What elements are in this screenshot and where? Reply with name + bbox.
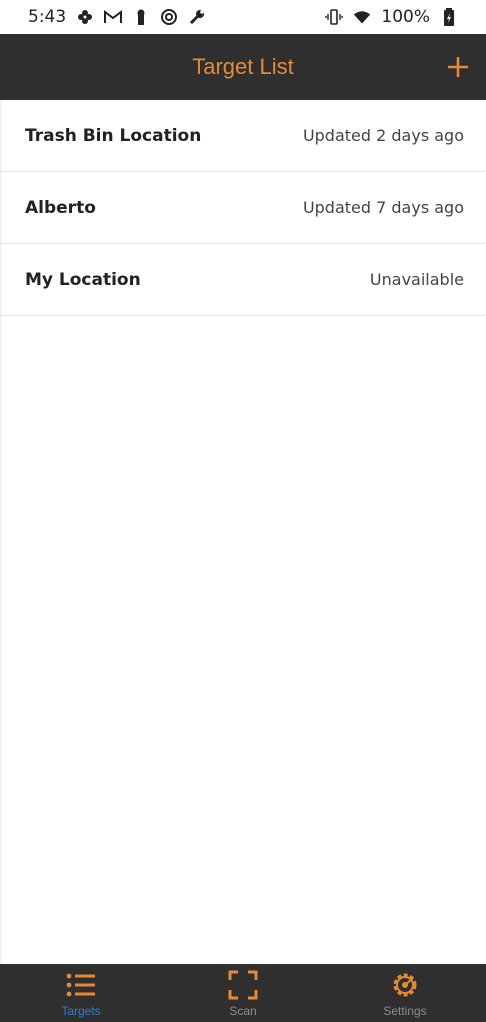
tab-label: Scan [229, 1004, 257, 1018]
pinwheel-icon [76, 8, 94, 26]
add-target-button[interactable] [438, 47, 478, 87]
app-bar: Target List [0, 34, 486, 100]
bottom-navigation: Targets Scan Settings [0, 964, 486, 1022]
scan-frame-icon [226, 968, 260, 1002]
target-row-trash-bin[interactable]: Trash Bin Location Updated 2 days ago [0, 100, 486, 172]
tab-targets[interactable]: Targets [1, 964, 161, 1022]
tab-label: Settings [383, 1004, 427, 1018]
list-icon [64, 968, 98, 1002]
target-name: My Location [25, 269, 141, 290]
status-left: 5:43 [28, 7, 206, 27]
target-status: Updated 2 days ago [302, 126, 464, 145]
wrench-icon [188, 8, 206, 26]
battery-level: 100% [381, 7, 430, 27]
tab-settings[interactable]: Settings [325, 964, 485, 1022]
vibrate-icon [325, 8, 344, 26]
plus-icon [448, 57, 468, 77]
tab-scan[interactable]: Scan [163, 964, 323, 1022]
status-bar: 5:43 100% [0, 0, 486, 34]
target-row-alberto[interactable]: Alberto Updated 7 days ago [0, 172, 486, 244]
target-status: Updated 7 days ago [302, 198, 464, 217]
target-list: Trash Bin Location Updated 2 days ago Al… [0, 100, 486, 316]
gear-icon [388, 968, 422, 1002]
target-status: Unavailable [369, 270, 464, 289]
target-name: Alberto [25, 197, 96, 218]
page-title: Target List [192, 54, 294, 79]
tab-label: Targets [61, 1004, 101, 1018]
wifi-icon [353, 8, 371, 26]
sync-icon [160, 8, 178, 26]
status-time: 5:43 [28, 7, 67, 27]
battery-icon [440, 8, 458, 26]
status-right: 100% [325, 7, 458, 27]
target-name: Trash Bin Location [25, 125, 202, 146]
gmail-icon [104, 8, 123, 26]
keyhole-icon [132, 8, 150, 26]
target-row-my-location[interactable]: My Location Unavailable [0, 244, 486, 316]
